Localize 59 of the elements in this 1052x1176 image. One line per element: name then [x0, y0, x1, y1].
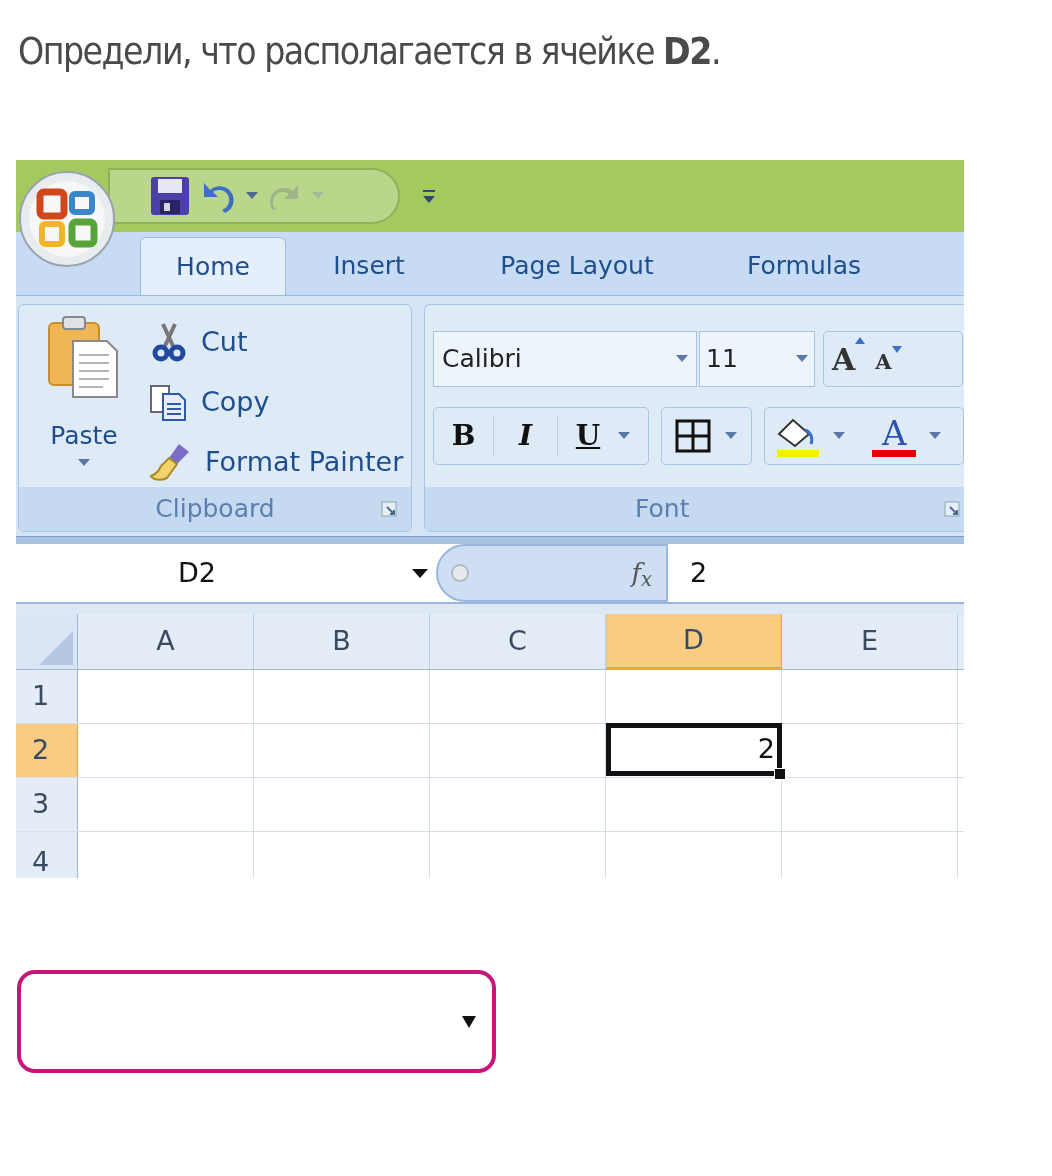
caret-icon	[618, 432, 630, 440]
caret-icon	[676, 355, 688, 363]
dialog-launcher-icon[interactable]	[381, 501, 397, 517]
grid-icon	[675, 419, 712, 453]
caret-icon	[78, 458, 90, 467]
group-label: Font	[635, 493, 690, 526]
row-header[interactable]: 3	[16, 778, 78, 831]
group-label: Clipboard	[155, 493, 275, 526]
triangle-icon	[39, 631, 73, 665]
ribbon-command[interactable]: Copy	[149, 379, 404, 425]
column-header[interactable]: C	[430, 614, 606, 669]
ribbon-tab[interactable]: Insert	[286, 237, 452, 295]
font-name-dropdown[interactable]: Calibri	[433, 331, 697, 387]
ribbon-command[interactable]: Cut	[149, 319, 404, 365]
down-triangle-icon	[891, 346, 902, 354]
fill-handle[interactable]	[774, 768, 786, 780]
caret-icon	[796, 355, 808, 363]
caret-icon	[312, 192, 324, 200]
column-header[interactable]: A	[78, 614, 254, 669]
select-all-corner[interactable]	[16, 614, 78, 669]
formula-field[interactable]: 2	[668, 544, 964, 602]
clipboard-icon	[47, 315, 121, 399]
borders-button[interactable]	[660, 407, 753, 465]
circle-icon	[450, 563, 470, 583]
insert-function-button[interactable]: f$_{x}$	[631, 553, 652, 593]
dialog-launcher-icon[interactable]	[944, 501, 960, 517]
name-box[interactable]: D2	[16, 545, 436, 601]
ribbon-command[interactable]: Format Painter	[149, 439, 404, 485]
bold-button[interactable]: B	[434, 415, 494, 457]
copy-icon	[149, 382, 189, 422]
ribbon-tab[interactable]: Home	[140, 237, 286, 295]
row-header[interactable]: 4	[16, 832, 78, 878]
up-triangle-icon	[855, 336, 866, 344]
question-text: Определи, что располагается в ячейке D2.	[18, 30, 720, 75]
answer-dropdown[interactable]	[17, 970, 496, 1073]
customize-toolbar-icon[interactable]	[422, 188, 436, 204]
underline-button[interactable]: U	[558, 415, 618, 457]
cell-value: 2	[757, 732, 775, 767]
ribbon-tab[interactable]: Page Layout	[452, 237, 702, 295]
paste-button[interactable]: Paste	[47, 315, 121, 467]
row-header[interactable]: 2	[16, 724, 78, 777]
caret-icon	[929, 432, 942, 440]
caret-icon	[833, 432, 846, 440]
caret-icon	[462, 1015, 476, 1028]
ribbon-tab[interactable]: Formulas	[702, 237, 906, 295]
column-header[interactable]: D	[606, 614, 782, 669]
caret-icon[interactable]	[246, 192, 258, 200]
column-header[interactable]: B	[254, 614, 430, 669]
font-size-dropdown[interactable]: 11	[699, 331, 815, 387]
italic-button[interactable]: I	[494, 415, 558, 457]
caret-icon	[725, 432, 738, 440]
save-icon[interactable]	[150, 176, 190, 216]
shrink-font-button[interactable]: A	[875, 346, 902, 378]
font-color-swatch	[872, 449, 917, 457]
font-color-button[interactable]: A	[871, 415, 918, 457]
caret-icon	[412, 569, 428, 579]
row-header[interactable]: 1	[16, 670, 78, 723]
column-header[interactable]: E	[782, 614, 958, 669]
grow-font-button[interactable]: A	[832, 336, 866, 382]
